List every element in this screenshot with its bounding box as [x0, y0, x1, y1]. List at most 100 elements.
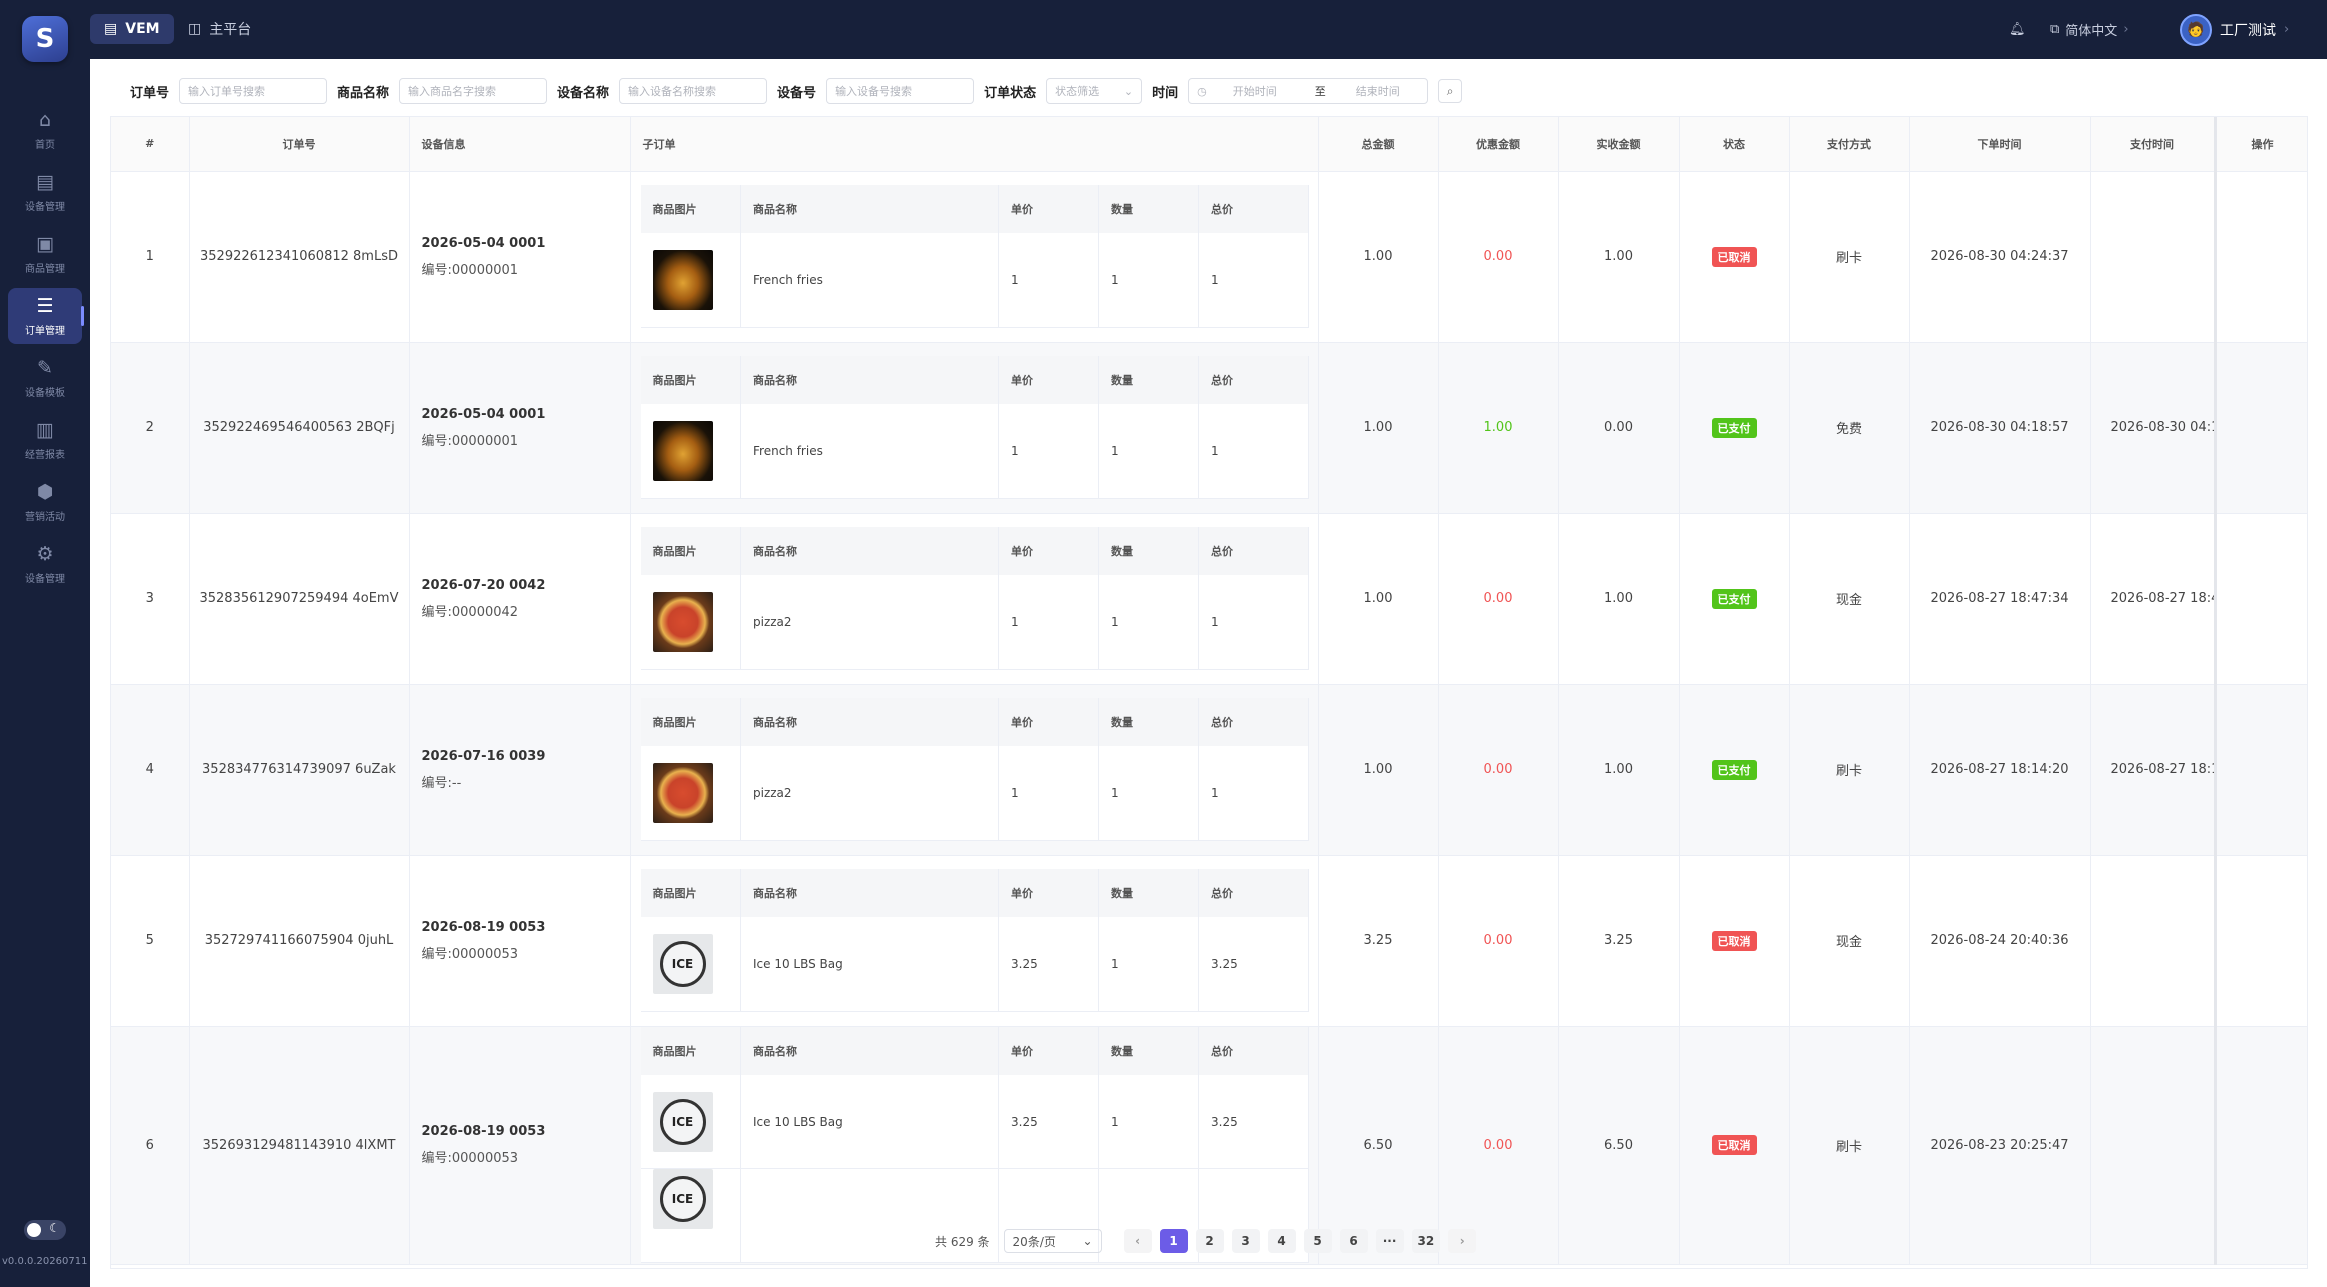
table-row[interactable]: 3 352835612907259494 4oEmV 2026-07-20 0042…: [111, 513, 2307, 685]
pay-time: 2026-08-27 18:14:20: [2090, 684, 2216, 856]
action-cell[interactable]: [2213, 1026, 2307, 1265]
sub-col-unit-price: 单价: [998, 1026, 1099, 1075]
search-button[interactable]: ⌕: [1438, 79, 1463, 103]
quantity: 1: [1098, 575, 1199, 670]
product-name-input[interactable]: 输入商品名字搜索: [399, 78, 548, 104]
received-amount: 1.00: [1558, 513, 1680, 685]
toggle-knob: [27, 1223, 41, 1237]
device-name-input[interactable]: 输入设备名称搜索: [619, 78, 768, 104]
device-code: 编号:--: [421, 775, 462, 791]
filter-label: 时间: [1152, 85, 1179, 101]
sidebar: S ⌂ 首页 ▤ 设备管理 ▣ 商品管理 ☰ 订单管理 ✎ 设备模板 ▥ 经营报…: [0, 0, 90, 1287]
tab-main-platform[interactable]: ◫ 主平台: [174, 14, 265, 44]
chevron-right-icon: ›: [2123, 22, 2129, 37]
orders-table-container[interactable]: # 订单号 设备信息 子订单 总金额 优惠金额 实收金额 状态 支付方式 下单时…: [110, 116, 2308, 1269]
filter-label: 设备号: [777, 85, 817, 101]
device-name: 2026-08-19 0053: [421, 919, 546, 935]
pay-time: [2090, 855, 2216, 1027]
sidebar-item-marketing[interactable]: ⬢ 营销活动: [8, 474, 82, 530]
order-time: 2026-08-30 04:18:57: [1909, 342, 2091, 514]
table-row[interactable]: 5 352729741166075904 0juhL 2026-08-19 0053…: [111, 855, 2307, 1027]
quantity: 1: [1098, 404, 1199, 499]
sidebar-item-home[interactable]: ⌂ 首页: [8, 102, 82, 158]
page-size-select[interactable]: 20条/页 ⌄: [1003, 1229, 1102, 1253]
discount-amount: 0.00: [1438, 684, 1559, 856]
filter-label: 商品名称: [337, 85, 390, 101]
sub-order-row: ICE Ice 10 LBS Bag 3.25 1 3.25: [640, 917, 1309, 1012]
action-cell[interactable]: [2213, 684, 2307, 856]
sidebar-item-devices[interactable]: ▤ 设备管理: [8, 164, 82, 220]
action-cell[interactable]: [2213, 342, 2307, 514]
device-name: 2026-05-04 0001: [421, 406, 546, 422]
page-button[interactable]: 2: [1195, 1229, 1224, 1253]
page-ellipsis[interactable]: ···: [1375, 1229, 1404, 1253]
tab-vem[interactable]: ▤ VEM: [90, 14, 174, 44]
order-no: 352835612907259494 4oEmV: [189, 513, 410, 685]
action-cell[interactable]: [2213, 171, 2307, 343]
page-button[interactable]: 5: [1303, 1229, 1332, 1253]
discount-amount: 1.00: [1438, 342, 1559, 514]
theme-toggle[interactable]: ☾: [24, 1220, 66, 1240]
order-no-input[interactable]: 输入订单号搜索: [179, 78, 328, 104]
sidebar-item-products[interactable]: ▣ 商品管理: [8, 226, 82, 282]
end-time-input[interactable]: 结束时间: [1356, 83, 1400, 99]
sub-order-table: 商品图片 商品名称 单价 数量 总价 ICE Ice 10 LBS Bag 3.25 1 3.25…: [640, 1026, 1309, 1264]
subtotal: 1: [1198, 575, 1309, 670]
sidebar-item-label: 订单管理: [25, 326, 65, 337]
prev-page-button[interactable]: ‹: [1123, 1229, 1152, 1253]
col-header-pay-time: 支付时间: [2090, 117, 2216, 172]
pay-time: [2090, 1026, 2216, 1265]
product-icon: ▣: [36, 233, 54, 255]
order-no: 352834776314739097 6uZak: [189, 684, 410, 856]
language-switcher[interactable]: ⧉ 简体中文 ›: [2050, 0, 2129, 59]
sidebar-item-settings[interactable]: ⚙ 设备管理: [8, 536, 82, 592]
sidebar-item-orders[interactable]: ☰ 订单管理: [8, 288, 84, 344]
page-size-value: 20条/页: [1012, 1234, 1056, 1249]
sub-col-unit-price: 单价: [998, 527, 1099, 576]
status-cell: 已取消: [1679, 1026, 1790, 1265]
page-button[interactable]: 3: [1231, 1229, 1260, 1253]
order-time: 2026-08-30 04:24:37: [1909, 171, 2091, 343]
action-cell[interactable]: [2213, 513, 2307, 685]
device-name: 2026-07-20 0042: [421, 577, 546, 593]
sidebar-item-reports[interactable]: ▥ 经营报表: [8, 412, 82, 468]
device-info: 2026-08-19 0053 编号:00000053: [409, 1026, 631, 1265]
sub-col-name: 商品名称: [740, 185, 999, 234]
page-button[interactable]: 1: [1159, 1229, 1188, 1253]
next-page-button[interactable]: ›: [1448, 1229, 1477, 1253]
table-row[interactable]: 1 352922612341060812 8mLsD 2026-05-04 0001…: [111, 171, 2307, 343]
notification-button[interactable]: 🔔︎: [2009, 0, 2026, 59]
device-code: 编号:00000042: [421, 604, 519, 620]
total-amount: 1.00: [1318, 513, 1439, 685]
total-count: 共 629 条: [935, 1234, 990, 1249]
action-cell[interactable]: [2213, 855, 2307, 1027]
device-info: 2026-05-04 0001 编号:00000001: [409, 342, 631, 514]
sub-col-qty: 数量: [1098, 527, 1199, 576]
page-button[interactable]: 4: [1267, 1229, 1296, 1253]
start-time-input[interactable]: 开始时间: [1233, 83, 1277, 99]
col-header-device-info: 设备信息: [409, 117, 631, 172]
unit-price: 3.25: [998, 917, 1099, 1012]
status-select[interactable]: 状态筛选 ⌄: [1046, 78, 1143, 104]
date-range-picker[interactable]: ◷ 开始时间 至 结束时间: [1188, 78, 1429, 104]
table-row[interactable]: 4 352834776314739097 6uZak 2026-07-16 0039…: [111, 684, 2307, 856]
user-menu[interactable]: 🧑 工厂测试 ›: [2180, 0, 2289, 59]
sidebar-item-device-templates[interactable]: ✎ 设备模板: [8, 350, 82, 406]
device-info: 2026-08-19 0053 编号:00000053: [409, 855, 631, 1027]
device-no-input[interactable]: 输入设备号搜索: [826, 78, 975, 104]
page-button[interactable]: 6: [1339, 1229, 1368, 1253]
total-amount: 1.00: [1318, 684, 1439, 856]
chevron-left-icon: ‹: [1135, 1234, 1141, 1248]
ice-logo: ICE: [659, 941, 706, 987]
sidebar-item-label: 设备管理: [25, 574, 65, 585]
range-separator: 至: [1314, 85, 1326, 98]
page-button[interactable]: 32: [1411, 1229, 1441, 1253]
sub-col-subtotal: 总价: [1198, 356, 1309, 405]
product-name: French fries: [740, 404, 999, 499]
language-label: 简体中文: [2065, 24, 2118, 39]
sidebar-item-label: 经营报表: [25, 450, 65, 461]
subtotal: 1: [1198, 404, 1309, 499]
row-index: 6: [111, 1026, 190, 1265]
app-logo[interactable]: S: [22, 16, 68, 62]
table-row[interactable]: 2 352922469546400563 2BQFj 2026-05-04 0001…: [111, 342, 2307, 514]
